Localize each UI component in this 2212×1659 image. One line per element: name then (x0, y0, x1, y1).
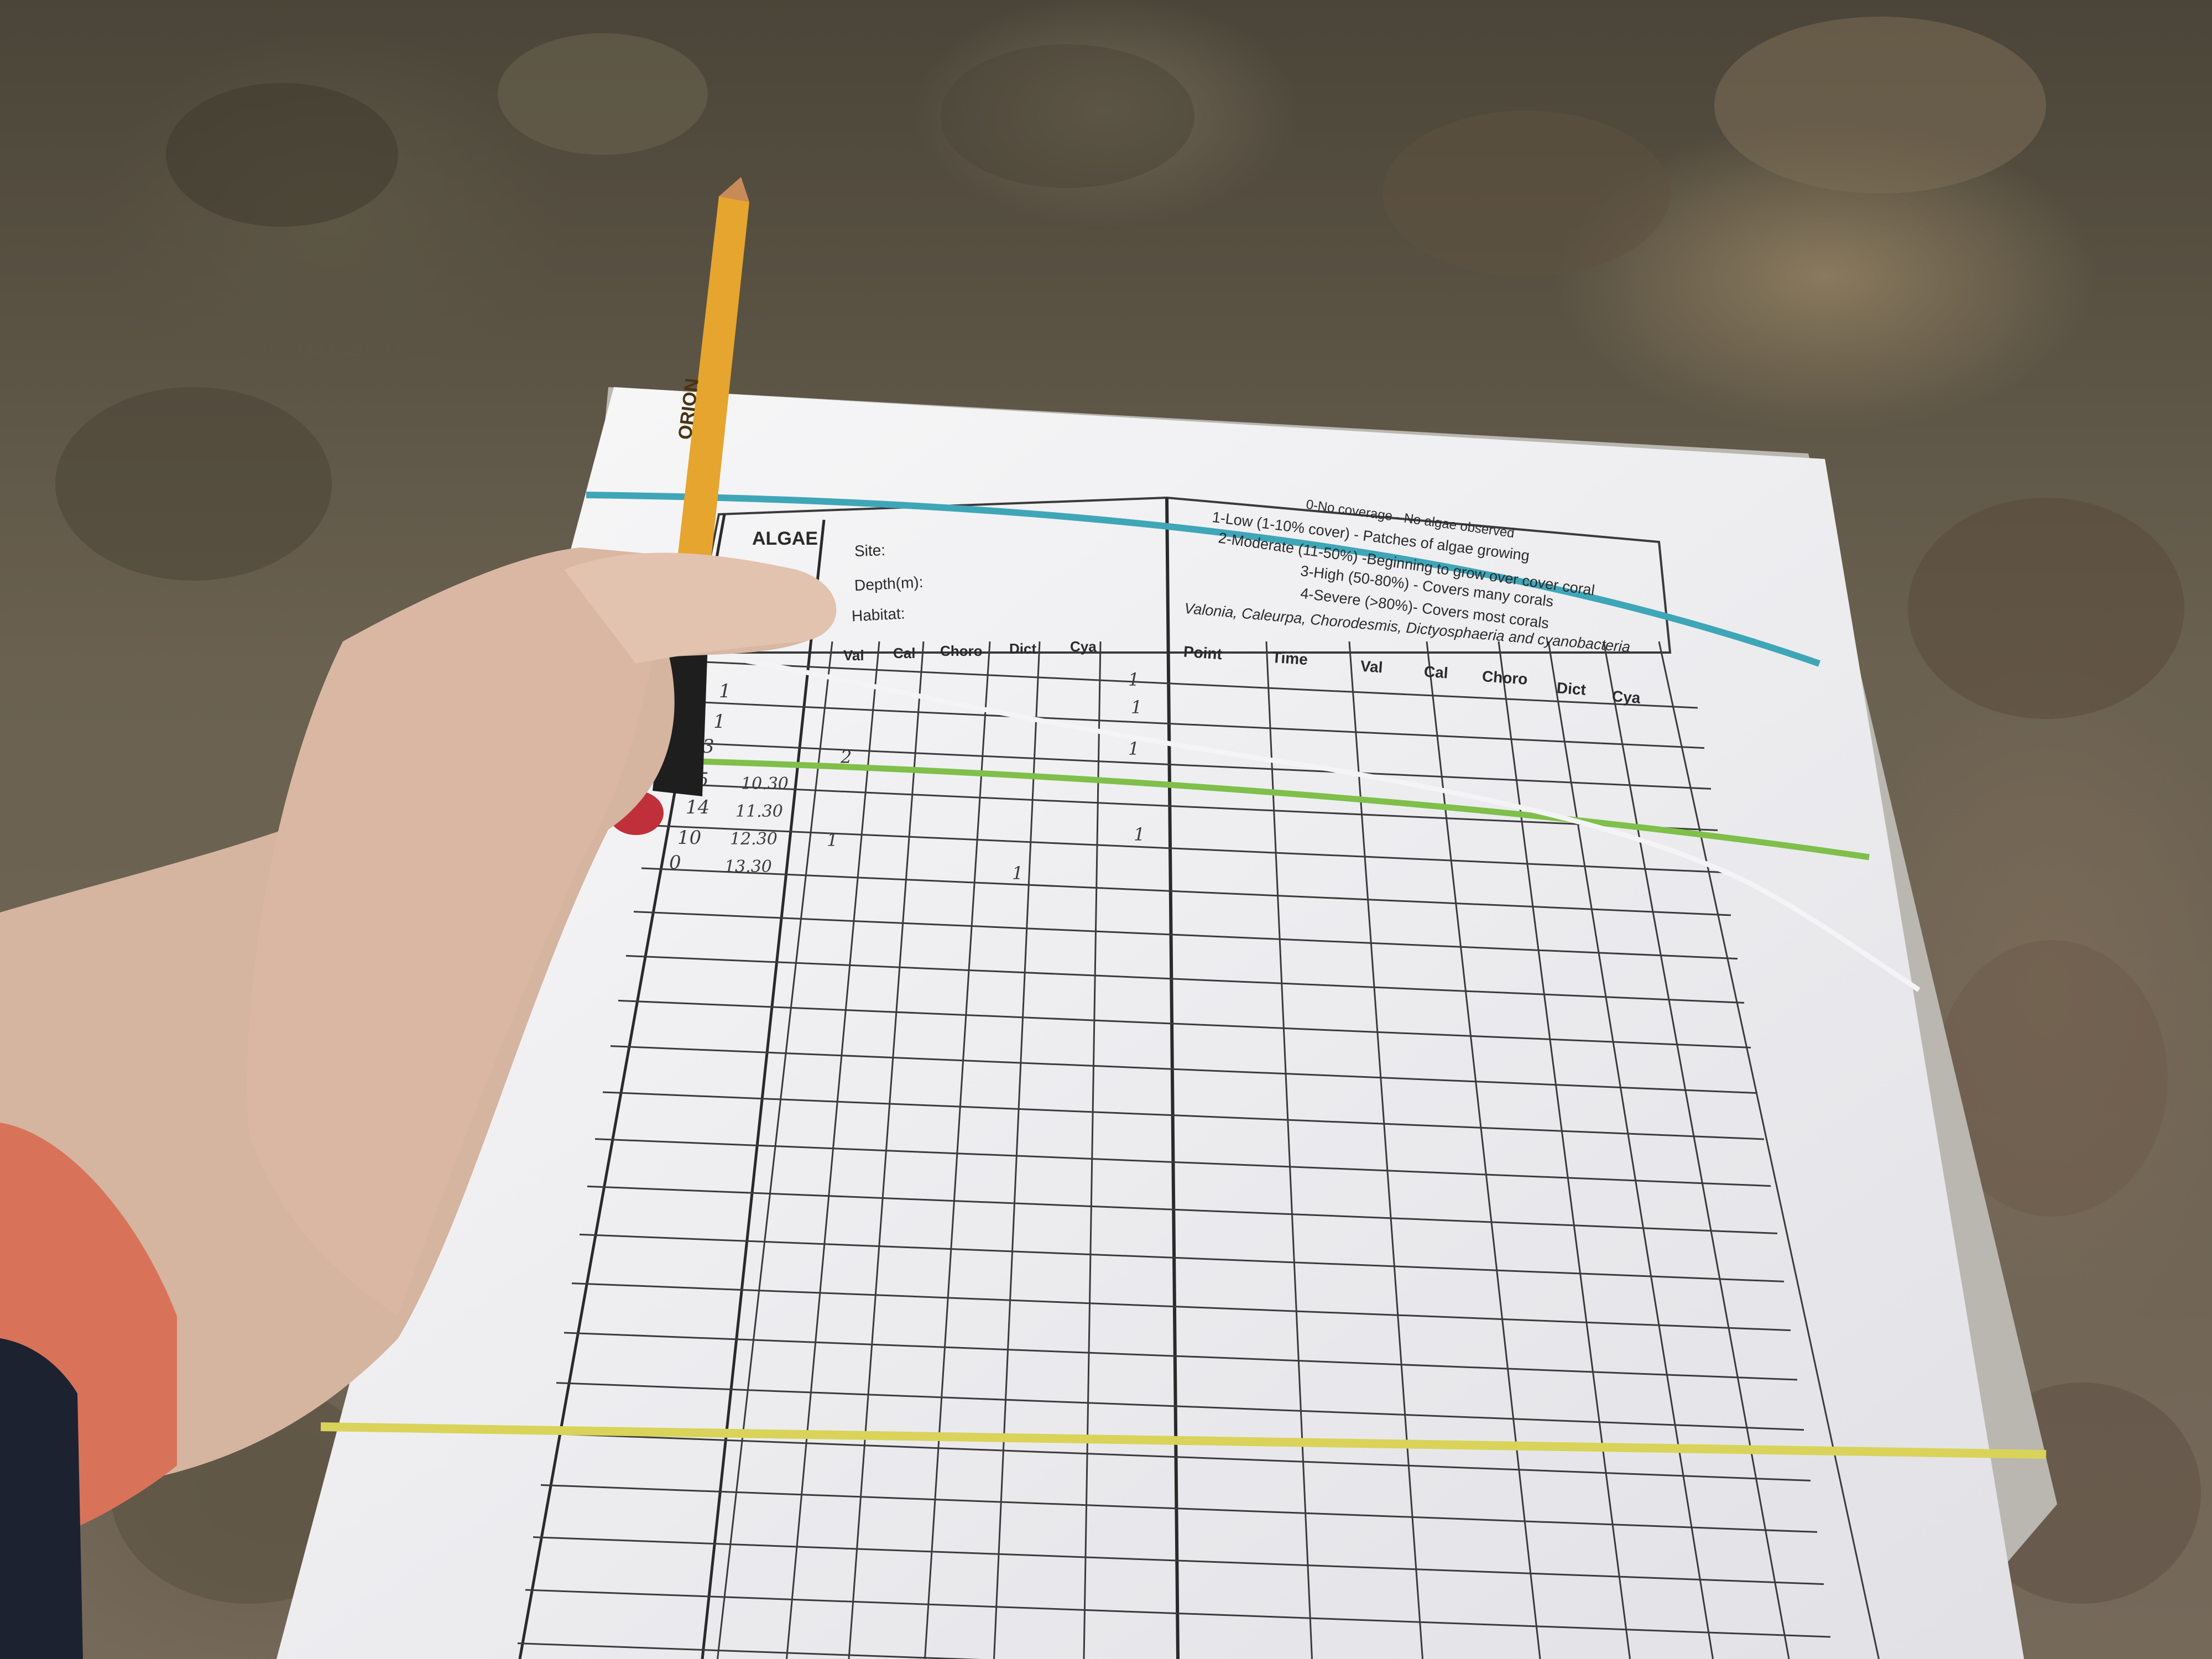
hand-with-pencil (0, 177, 837, 1659)
watch-strap (0, 1338, 83, 1659)
hand-back (247, 547, 827, 1316)
